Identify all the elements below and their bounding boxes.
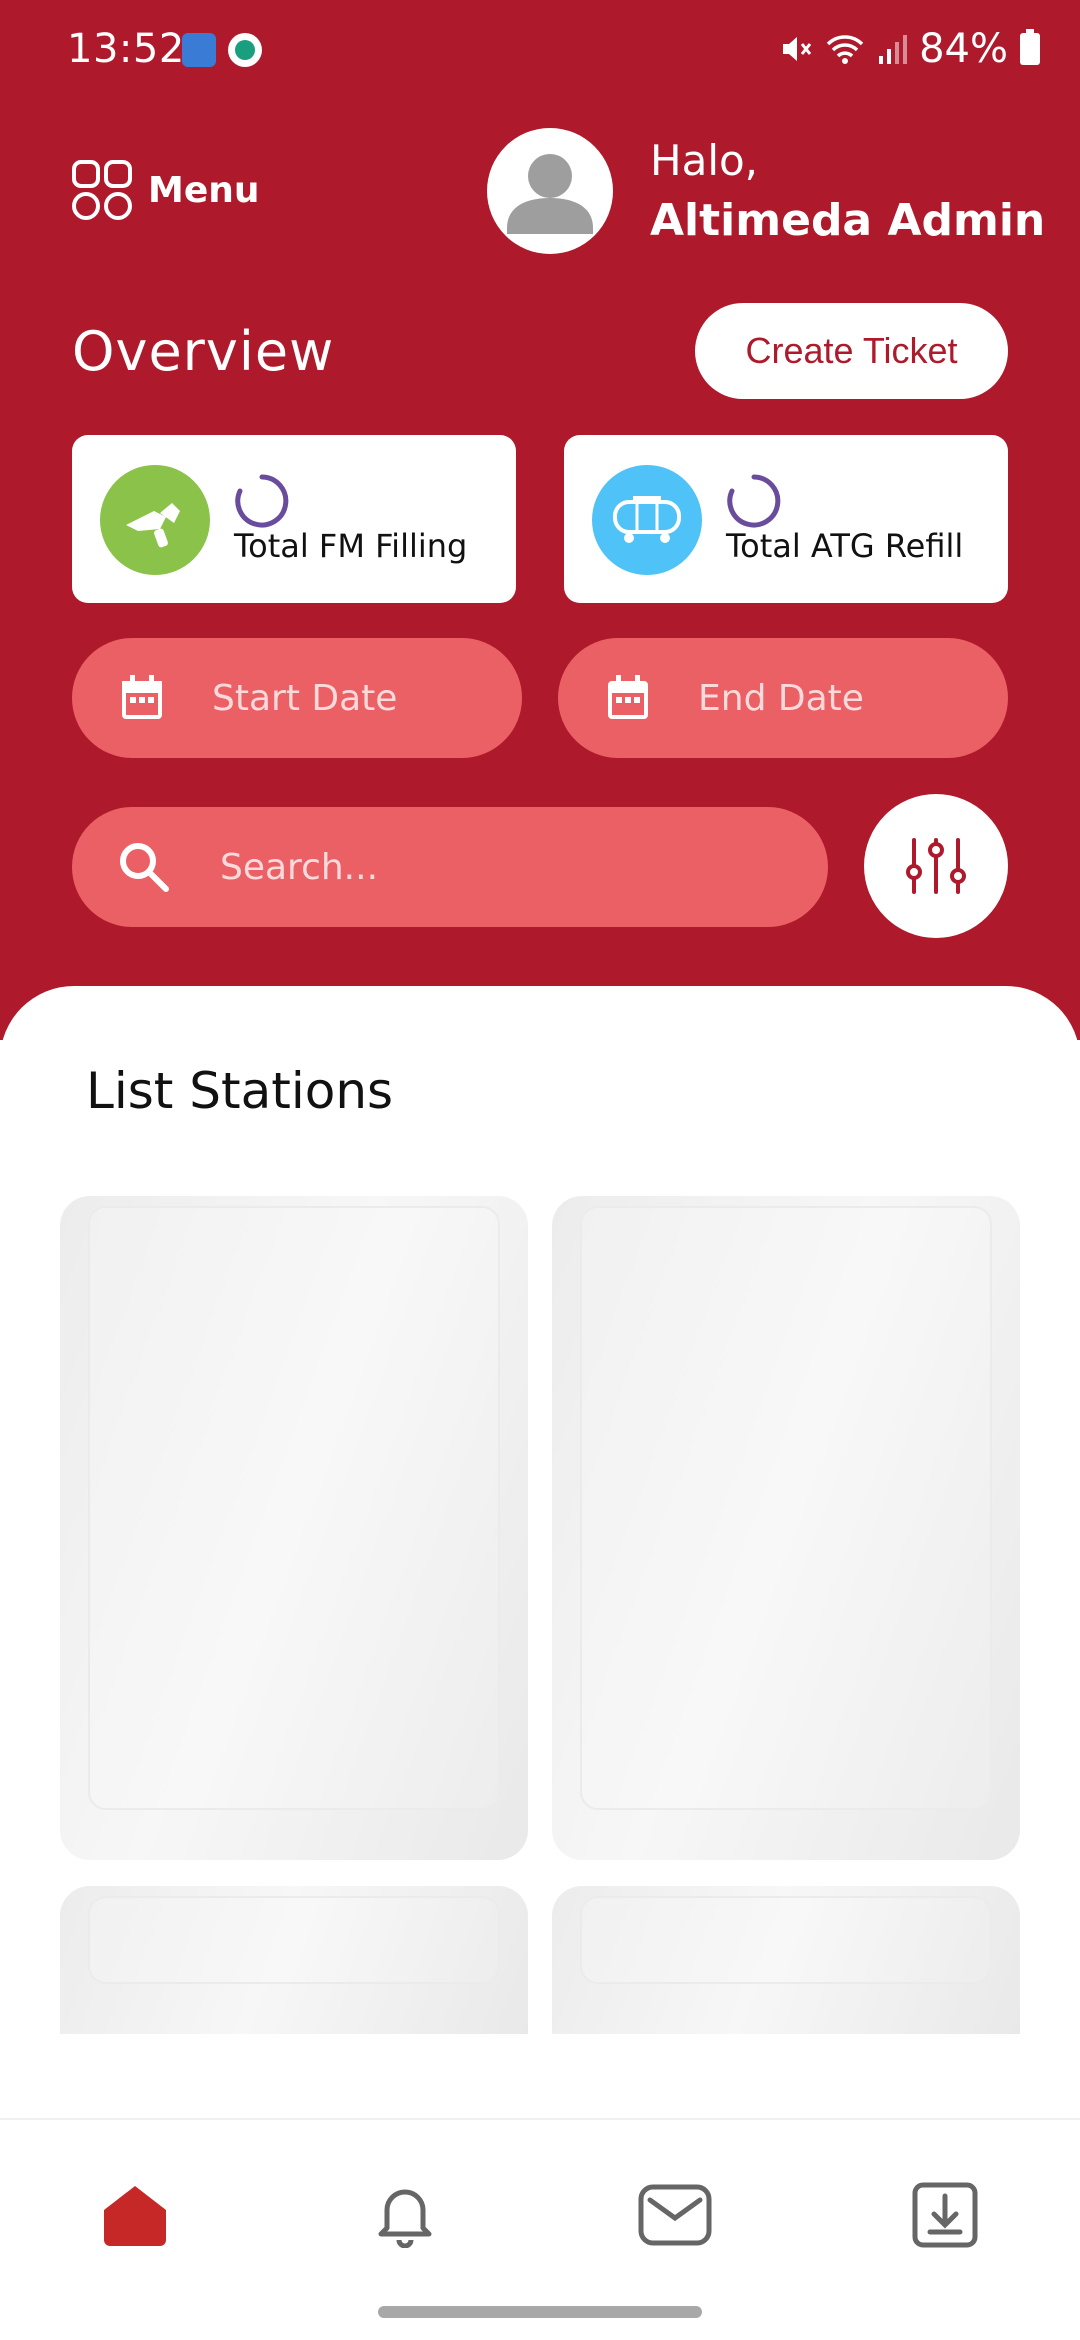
create-ticket-button[interactable]: Create Ticket xyxy=(695,303,1008,399)
atg-refill-label: Total ATG Refill xyxy=(726,527,964,565)
search-icon xyxy=(120,843,169,892)
user-name: Altimeda Admin xyxy=(650,195,1046,246)
overview-title: Overview xyxy=(72,320,335,383)
nav-notifications[interactable] xyxy=(360,2170,450,2260)
nav-home[interactable] xyxy=(90,2170,180,2260)
app-notification-icon xyxy=(182,33,216,67)
start-date-picker[interactable]: Start Date xyxy=(72,638,522,758)
loading-spinner xyxy=(235,474,289,528)
nav-downloads[interactable] xyxy=(900,2170,990,2260)
battery-percent: 84% xyxy=(919,26,1008,72)
tanker-icon-circle xyxy=(592,465,702,575)
skeleton-inner xyxy=(88,1896,500,1984)
greeting-text: Halo, xyxy=(650,136,759,185)
greeting: Halo, Altimeda Admin xyxy=(650,136,1045,246)
nav-messages[interactable] xyxy=(630,2170,720,2260)
stations-panel: List Stations xyxy=(0,986,1080,2116)
calendar-icon xyxy=(608,675,648,719)
status-bar: 13:52 84% xyxy=(0,0,1080,104)
tanker-truck-icon xyxy=(613,496,681,543)
station-card-skeleton xyxy=(60,1886,528,2034)
skeleton-inner xyxy=(580,1206,992,1810)
loading-spinner xyxy=(727,474,781,528)
status-time: 13:52 xyxy=(67,26,185,72)
search-input[interactable]: Search... xyxy=(72,807,828,927)
home-indicator[interactable] xyxy=(378,2306,702,2318)
grid-menu-icon xyxy=(72,160,132,220)
avatar[interactable] xyxy=(487,128,613,254)
skeleton-inner xyxy=(580,1896,992,1984)
end-date-placeholder: End Date xyxy=(698,677,864,719)
signal-icon xyxy=(879,35,908,64)
sliders-icon xyxy=(906,838,966,894)
filter-button[interactable] xyxy=(864,794,1008,938)
user-icon xyxy=(507,154,593,234)
app-notification-icon xyxy=(274,33,320,67)
menu-button[interactable]: Menu xyxy=(72,160,260,220)
fuel-icon-circle xyxy=(100,465,210,575)
download-icon xyxy=(912,2182,978,2248)
fm-filling-label: Total FM Filling xyxy=(234,527,468,565)
start-date-placeholder: Start Date xyxy=(212,677,398,719)
search-placeholder: Search... xyxy=(220,846,379,888)
atg-refill-card[interactable]: Total ATG Refill xyxy=(564,435,1008,603)
station-card-skeleton xyxy=(552,1196,1020,1860)
skeleton-inner xyxy=(88,1206,500,1810)
calendar-icon xyxy=(122,675,162,719)
wifi-icon xyxy=(826,35,864,64)
notification-icons xyxy=(182,33,320,67)
bell-icon xyxy=(378,2189,432,2248)
menu-label: Menu xyxy=(148,169,260,211)
station-card-skeleton xyxy=(552,1886,1020,2034)
mute-icon xyxy=(783,37,812,61)
fm-filling-card[interactable]: Total FM Filling xyxy=(72,435,516,603)
app-notification-icon xyxy=(228,33,262,67)
home-icon xyxy=(104,2186,166,2246)
status-right: 84% xyxy=(779,26,1040,72)
list-stations-title: List Stations xyxy=(86,1062,394,1120)
fuel-nozzle-icon xyxy=(126,503,180,548)
end-date-picker[interactable]: End Date xyxy=(558,638,1008,758)
battery-icon xyxy=(1020,29,1040,65)
mail-icon xyxy=(638,2184,712,2246)
station-card-skeleton xyxy=(60,1196,528,1860)
